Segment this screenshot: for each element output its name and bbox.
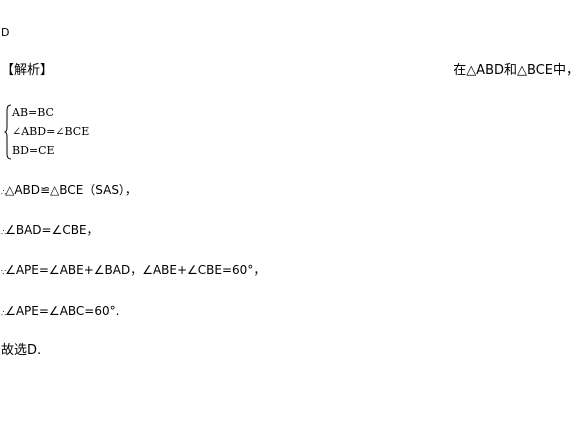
proof-step-text: ∠APE=∠ABC=60°. — [5, 304, 120, 318]
therefore-symbol: ∴ — [1, 188, 6, 197]
left-brace-icon — [4, 104, 12, 160]
answer-letter: D — [1, 26, 10, 39]
conclusion: 故选D. — [1, 343, 42, 358]
proof-step-text: ∠BAD=∠CBE， — [5, 223, 99, 237]
therefore-symbol: ∴ — [1, 309, 6, 318]
equation-system: AB=BC ∠ABD=∠BCE BD=CE — [4, 104, 124, 160]
equation-row: ∠ABD=∠BCE — [12, 125, 90, 138]
proof-step-text: △ABD≌△BCE（SAS）， — [5, 183, 137, 197]
equation-row: AB=BC — [12, 106, 54, 119]
given-statement: 在△ABD和△BCE中， — [453, 63, 579, 78]
proof-step: ∵∠APE=∠ABE+∠BAD，∠ABE+∠CBE=60°， — [1, 262, 265, 280]
analysis-heading: 【解析】 — [1, 63, 54, 78]
therefore-symbol: ∴ — [1, 228, 6, 237]
proof-step: ∴∠BAD=∠CBE， — [1, 222, 99, 240]
proof-step: ∴∠APE=∠ABC=60°. — [1, 303, 119, 321]
proof-step-text: ∠APE=∠ABE+∠BAD，∠ABE+∠CBE=60°， — [5, 263, 266, 277]
proof-step: ∴△ABD≌△BCE（SAS）， — [1, 182, 137, 200]
because-symbol: ∵ — [1, 268, 6, 277]
equation-row: BD=CE — [12, 144, 55, 157]
